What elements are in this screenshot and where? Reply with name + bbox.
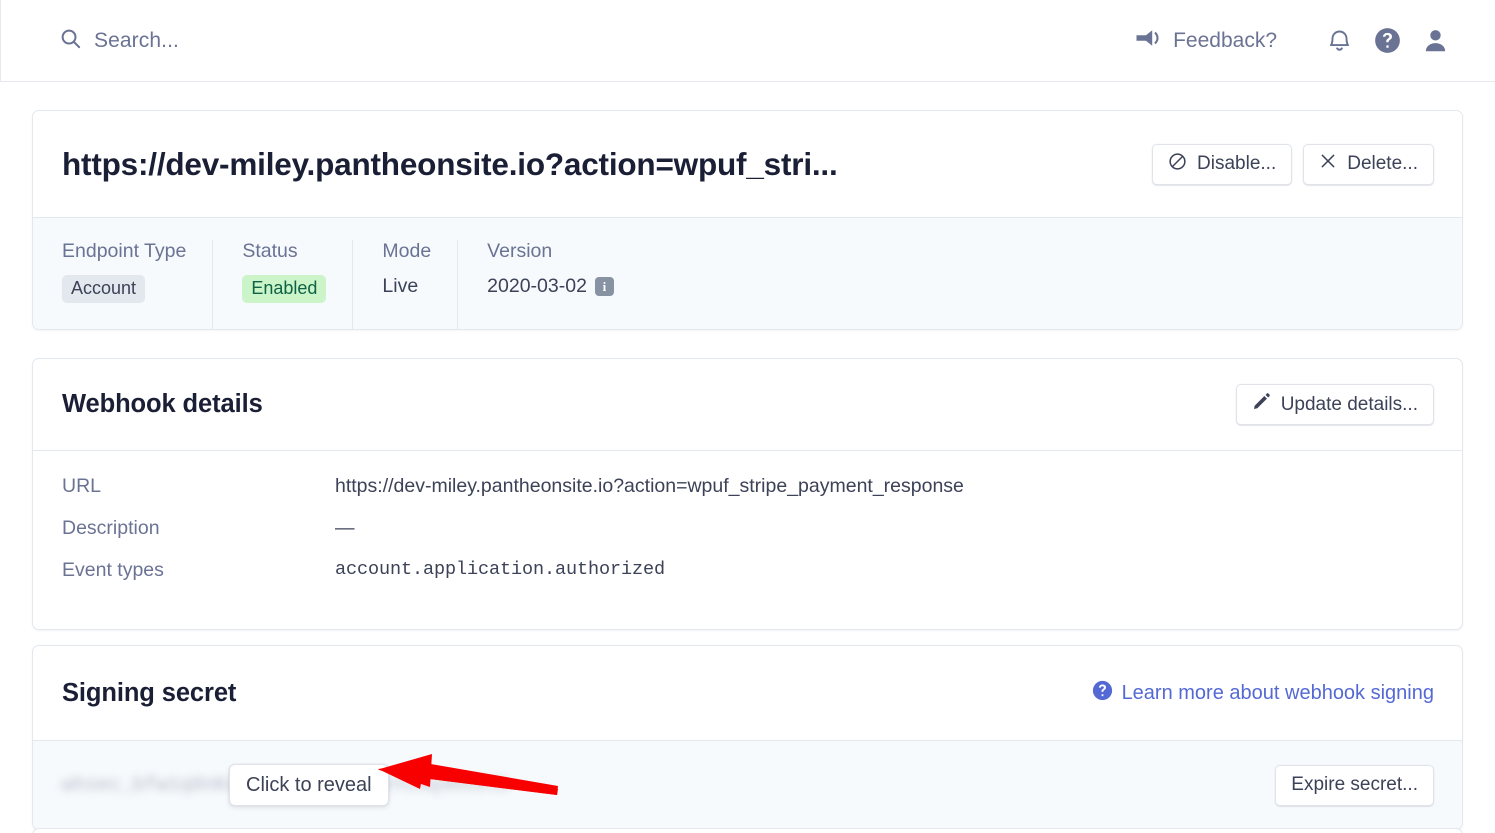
meta-endpoint-type: Endpoint Type Account	[33, 240, 212, 329]
megaphone-icon	[1135, 27, 1161, 54]
update-details-button-label: Update details...	[1280, 393, 1418, 415]
endpoint-header-card: https://dev-miley.pantheonsite.io?action…	[32, 110, 1463, 330]
detail-row-event-types: Event types account.application.authoriz…	[62, 559, 1433, 601]
webhook-details-title: Webhook details	[62, 390, 263, 418]
help-circle-icon[interactable]	[1363, 21, 1411, 61]
prohibit-icon	[1168, 152, 1187, 177]
learn-more-webhook-signing-link[interactable]: Learn more about webhook signing	[1092, 680, 1434, 707]
pencil-icon	[1252, 392, 1271, 417]
meta-mode-value: Live	[382, 275, 419, 297]
webhook-details-card: Webhook details Update details... URL ht…	[32, 358, 1463, 630]
webhook-details-header: Webhook details Update details...	[33, 359, 1462, 451]
meta-status: Status Enabled	[212, 240, 352, 329]
endpoint-type-badge: Account	[62, 275, 146, 303]
close-x-icon	[1319, 152, 1337, 176]
search-icon	[59, 27, 82, 55]
user-avatar-icon[interactable]	[1411, 21, 1459, 61]
feedback-button[interactable]: Feedback?	[1135, 27, 1277, 54]
search-input[interactable]: Search...	[59, 27, 179, 55]
detail-label-event-types: Event types	[62, 559, 164, 581]
endpoint-meta-strip: Endpoint Type Account Status Enabled Mod…	[33, 217, 1462, 329]
detail-value-event-types: account.application.authorized	[335, 559, 666, 580]
topbar-actions: Feedback?	[1135, 21, 1459, 61]
expire-secret-button[interactable]: Expire secret...	[1275, 764, 1434, 806]
bell-icon[interactable]	[1315, 21, 1363, 61]
meta-mode: Mode Live	[352, 240, 457, 329]
signing-secret-card: Signing secret Learn more about webhook …	[32, 645, 1463, 830]
meta-version-text: 2020-03-02	[487, 275, 587, 297]
detail-label-description: Description	[62, 517, 160, 539]
signing-secret-title: Signing secret	[62, 678, 237, 707]
stripe-webhook-endpoint-page: Search... Feedback? https://dev-miley.pa…	[0, 0, 1495, 833]
detail-value-url: https://dev-miley.pantheonsite.io?action…	[335, 475, 964, 497]
status-badge: Enabled	[242, 275, 327, 303]
update-details-button[interactable]: Update details...	[1235, 384, 1434, 425]
disable-button-label: Disable...	[1197, 153, 1277, 174]
disable-button[interactable]: Disable...	[1152, 143, 1293, 185]
signing-secret-header: Signing secret Learn more about webhook …	[33, 646, 1462, 741]
delete-button-label: Delete...	[1347, 153, 1418, 174]
meta-version-label: Version	[487, 240, 553, 262]
click-to-reveal-button[interactable]: Click to reveal	[229, 764, 389, 806]
endpoint-header-main: https://dev-miley.pantheonsite.io?action…	[33, 111, 1462, 217]
meta-status-label: Status	[242, 240, 298, 262]
search-placeholder-text: Search...	[94, 28, 179, 52]
learn-more-label: Learn more about webhook signing	[1121, 681, 1434, 704]
page-title: https://dev-miley.pantheonsite.io?action…	[62, 145, 838, 182]
detail-value-description: —	[335, 517, 355, 539]
meta-endpoint-type-value: Account	[62, 275, 186, 303]
endpoint-header-actions: Disable... Delete...	[1152, 143, 1434, 185]
meta-version-value: 2020-03-02 i	[487, 275, 614, 298]
top-navigation-bar: Search... Feedback?	[0, 0, 1495, 82]
meta-version: Version 2020-03-02 i	[457, 240, 640, 329]
delete-button[interactable]: Delete...	[1303, 143, 1434, 185]
signing-secret-body: whsec_bfw1q8nKxRr7ZvPkLm2dTeYcAq4Hs9Jb C…	[33, 741, 1462, 829]
meta-status-value: Enabled	[242, 275, 327, 303]
webhook-details-body: URL https://dev-miley.pantheonsite.io?ac…	[33, 451, 1462, 629]
info-icon[interactable]: i	[594, 277, 614, 296]
detail-label-url: URL	[62, 475, 102, 497]
detail-row-url: URL https://dev-miley.pantheonsite.io?ac…	[62, 475, 1433, 517]
meta-endpoint-type-label: Endpoint Type	[62, 240, 187, 262]
expire-secret-label: Expire secret...	[1291, 774, 1418, 795]
feedback-label: Feedback?	[1173, 28, 1277, 52]
next-card-partial	[32, 828, 1463, 833]
click-to-reveal-label: Click to reveal	[246, 773, 372, 796]
detail-row-description: Description —	[62, 517, 1433, 559]
help-circle-filled-icon	[1092, 680, 1113, 707]
meta-mode-label: Mode	[382, 240, 432, 262]
